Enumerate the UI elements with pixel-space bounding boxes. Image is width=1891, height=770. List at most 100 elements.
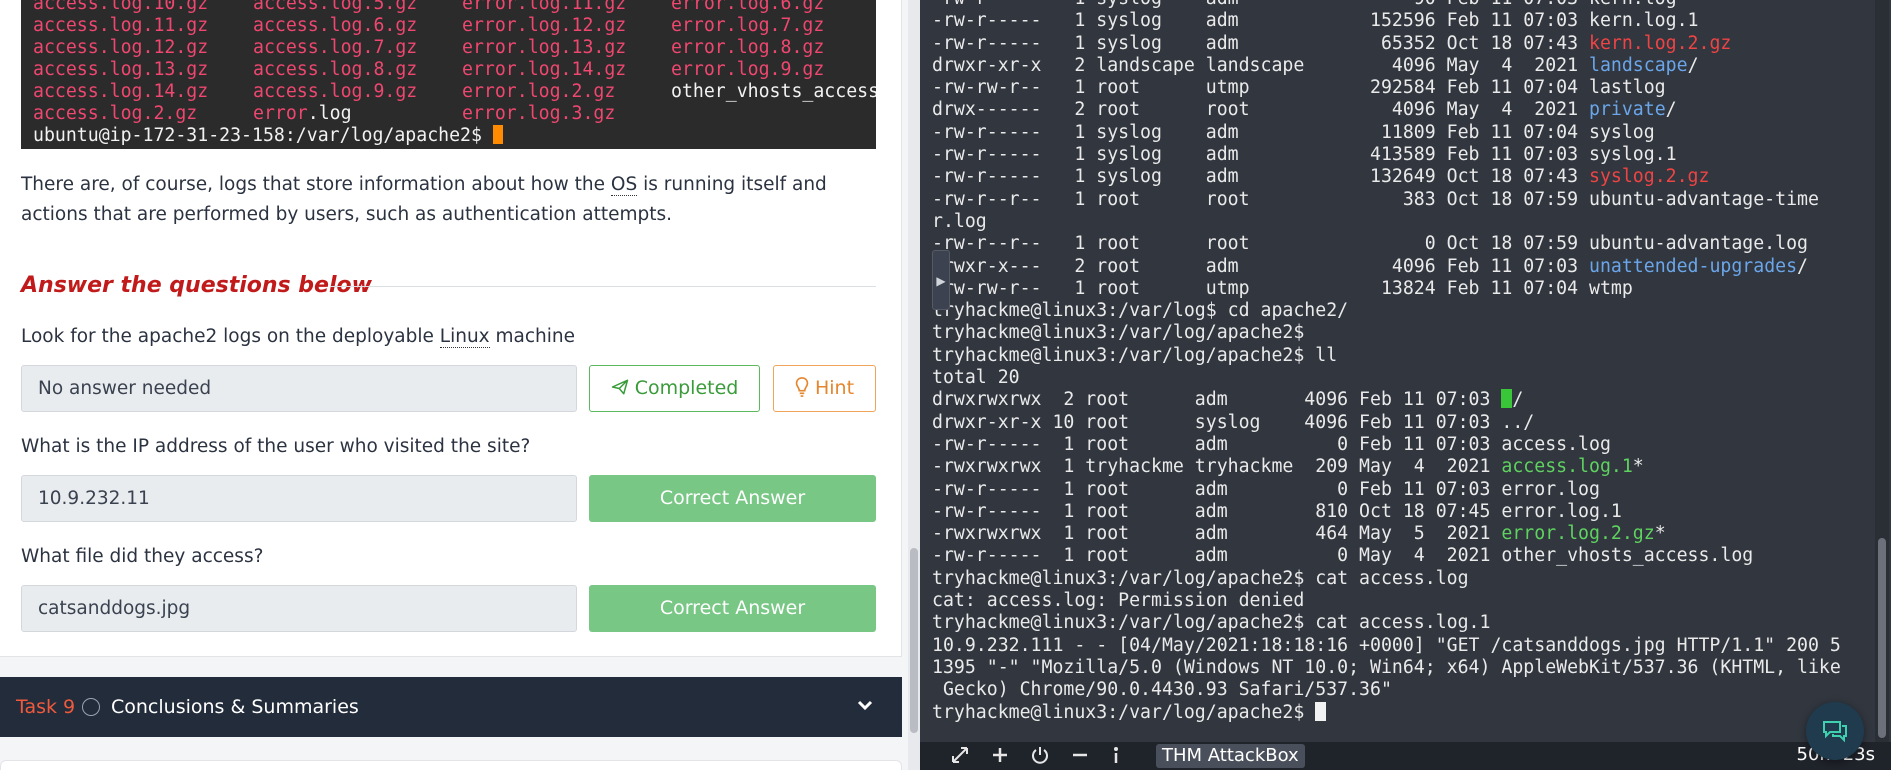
terminal-scrollbar-thumb[interactable]	[1878, 538, 1886, 738]
correct-answer-button-2[interactable]: Correct Answer	[589, 475, 876, 522]
task-9-header[interactable]: Task 9 Conclusions & Summaries	[0, 677, 902, 737]
terminal-output[interactable]: -rw-r----- 1 syslog adm 90 Feb 11 07:03 …	[932, 0, 1872, 742]
play-arrow-icon: ▶	[936, 274, 946, 288]
terminal-line: drwxr-xr-x 10 root syslog 4096 Feb 11 07…	[932, 411, 1535, 433]
terminal-line: -rw-r----- 1 syslog adm 65352 Oct 18 07:…	[932, 32, 1732, 54]
mini-terminal-file: error.log.11.gz	[462, 0, 627, 14]
paragraph-text-1: There are, of course, logs that store in…	[21, 174, 611, 195]
mini-terminal-file: error.log.2.gz	[462, 81, 616, 102]
mini-terminal-file: error.log.7.gz	[671, 15, 825, 36]
mini-terminal-row: access.log.10.gz access.log.5.gz error.log…	[33, 0, 876, 15]
question-1-answer-input[interactable]: No answer needed	[21, 365, 577, 412]
question-2-answer-input[interactable]: 10.9.232.11	[21, 475, 577, 522]
terminal-line: tryhackme@linux3:/var/log$ cd apache2/	[932, 300, 1349, 322]
question-3-answer-input[interactable]: catsanddogs.jpg	[21, 585, 577, 632]
screenshot-terminal: access.log.10.gz access.log.5.gz error.log…	[21, 0, 876, 149]
terminal-line: -rw-r--r-- 1 root root 383 Oct 18 07:59 …	[932, 188, 1819, 210]
linux-abbreviation[interactable]: Linux	[439, 326, 490, 348]
task-panel: access.log.10.gz access.log.5.gz error.log…	[0, 0, 920, 770]
left-scrollbar-thumb[interactable]	[910, 548, 918, 733]
os-abbreviation[interactable]: OS	[610, 174, 638, 196]
terminal-line: drwx------ 2 root root 4096 May 4 2021 p…	[932, 99, 1677, 121]
mini-terminal-file: access.log.10.gz	[33, 0, 209, 14]
mini-terminal-file: error.log.12.gz	[462, 15, 627, 36]
terminal-line: tryhackme@linux3:/var/log/apache2$ cat a…	[932, 567, 1469, 589]
mini-terminal-file: error.log.13.gz	[462, 37, 627, 58]
attackbox-terminal-window[interactable]: -rw-r----- 1 syslog adm 90 Feb 11 07:03 …	[920, 0, 1891, 770]
plus-icon[interactable]	[990, 745, 1010, 770]
terminal-cursor	[1501, 389, 1513, 409]
terminal-line: -rw-r----- 1 root adm 0 May 4 2021 other…	[932, 545, 1754, 567]
attackbox-taskbar: THM AttackBox 50m 23s	[920, 742, 1891, 770]
terminal-line: drwxrwxrwx 2 root adm 4096 Feb 11 07:03 …	[932, 389, 1524, 411]
terminal-scrollbar[interactable]	[1875, 0, 1889, 742]
mini-terminal-prompt: ubuntu@ip-172-31-23-158:/var/log/apache2…	[33, 125, 876, 147]
terminal-line: -rw-r----- 1 syslog adm 132649 Oct 18 07…	[932, 166, 1710, 188]
mini-terminal-file: other_vhosts_access.log	[671, 81, 876, 102]
sidebar-toggle-handle[interactable]: ▶	[932, 250, 950, 310]
paper-plane-icon	[611, 379, 628, 395]
chevron-down-icon[interactable]	[855, 677, 875, 737]
minus-icon[interactable]	[1070, 745, 1090, 770]
question-3-label: What file did they access?	[21, 546, 264, 567]
answer-heading: Answer the questions below	[21, 273, 372, 298]
mini-terminal-file: access.log.9.gz	[253, 81, 418, 102]
question-2-label: What is the IP address of the user who v…	[21, 436, 531, 457]
power-icon[interactable]	[1030, 745, 1050, 770]
left-scrollbar[interactable]	[908, 0, 920, 770]
terminal-line: -rw-r--r-- 1 root root 0 Oct 18 07:59 ub…	[932, 233, 1808, 255]
terminal-line: -rwxrwxrwx 1 root adm 464 May 5 2021 err…	[932, 523, 1666, 545]
task-status-circle-icon	[82, 698, 100, 716]
mini-terminal-file: access.log.8.gz	[253, 59, 418, 80]
expand-icon[interactable]	[950, 745, 970, 770]
mini-terminal-file: access.log.12.gz	[33, 37, 209, 58]
terminal-line: -rw-r----- 1 syslog adm 11809 Feb 11 07:…	[932, 121, 1655, 143]
mini-terminal-file: error.log.6.gz	[671, 0, 825, 14]
task-paragraph: There are, of course, logs that store in…	[21, 170, 881, 230]
terminal-line: drwxr-xr-x 2 landscape landscape 4096 Ma…	[932, 54, 1699, 76]
task-9-number: Task 9	[16, 696, 76, 718]
terminal-line: -rw-r----- 1 root adm 0 Feb 11 07:03 acc…	[932, 433, 1611, 455]
terminal-cursor	[1315, 701, 1327, 721]
chat-support-button[interactable]	[1806, 702, 1864, 760]
next-task-card	[0, 760, 902, 770]
hint-button[interactable]: Hint	[773, 365, 876, 412]
mini-terminal-file: access.log.6.gz	[253, 15, 418, 36]
info-icon[interactable]	[1110, 745, 1122, 770]
mini-terminal-row: access.log.2.gz error.log error.log.3.gz	[33, 103, 876, 125]
mini-terminal-row: access.log.12.gz access.log.7.gz error.log…	[33, 37, 876, 59]
mini-terminal-file: access.log.14.gz	[33, 81, 209, 102]
terminal-line: -rwxrwxrwx 1 tryhackme tryhackme 209 May…	[932, 456, 1644, 478]
terminal-line: tryhackme@linux3:/var/log/apache2$	[932, 322, 1305, 344]
attackbox-label[interactable]: THM AttackBox	[1156, 744, 1305, 768]
completed-button[interactable]: Completed	[589, 365, 760, 412]
terminal-line: tryhackme@linux3:/var/log/apache2$ ll	[932, 344, 1338, 366]
mini-terminal-file: access.log.13.gz	[33, 59, 209, 80]
mini-terminal-file: error.log.8.gz	[671, 37, 825, 58]
mini-terminal-file: access.log.7.gz	[253, 37, 418, 58]
terminal-line: -rw-rw-r-- 1 root utmp 292584 Feb 11 07:…	[932, 77, 1666, 99]
mini-terminal-row: access.log.14.gz access.log.9.gz error.log…	[33, 81, 876, 103]
mini-terminal-file: error.log.3.gz	[462, 103, 616, 124]
lightbulb-icon	[795, 377, 809, 397]
correct-answer-button-3[interactable]: Correct Answer	[589, 585, 876, 632]
terminal-line: -rw-r----- 1 root adm 0 Feb 11 07:03 err…	[932, 478, 1600, 500]
terminal-line: Gecko) Chrome/90.0.4430.93 Safari/537.36…	[932, 679, 1392, 701]
terminal-line: -rw-rw-r-- 1 root utmp 13824 Feb 11 07:0…	[932, 277, 1633, 299]
mini-terminal-file: error.log.14.gz	[462, 59, 627, 80]
question-1-label: Look for the apache2 logs on the deploya…	[21, 326, 576, 348]
terminal-line: -rw-r----- 1 root adm 810 Oct 18 07:45 e…	[932, 500, 1622, 522]
mini-terminal-cursor	[492, 125, 503, 144]
terminal-line: -rw-r----- 1 syslog adm 152596 Feb 11 07…	[932, 10, 1699, 32]
mini-terminal-file: error.log	[253, 103, 352, 124]
mini-terminal-file: access.log.5.gz	[253, 0, 418, 14]
chat-icon	[1823, 721, 1847, 743]
task-card: access.log.10.gz access.log.5.gz error.log…	[0, 0, 902, 657]
terminal-line: -rw-r----- 1 syslog adm 413589 Feb 11 07…	[932, 144, 1677, 166]
mini-terminal-file: error.log.9.gz	[671, 59, 825, 80]
terminal-line: 1395 "-" "Mozilla/5.0 (Windows NT 10.0; …	[932, 656, 1841, 678]
mini-terminal-file: access.log.2.gz	[33, 103, 198, 124]
terminal-line: 10.9.232.111 - - [04/May/2021:18:18:16 +…	[932, 634, 1841, 656]
mini-terminal-row: access.log.13.gz access.log.8.gz error.log…	[33, 59, 876, 81]
mini-terminal-row: access.log.11.gz access.log.6.gz error.log…	[33, 15, 876, 37]
